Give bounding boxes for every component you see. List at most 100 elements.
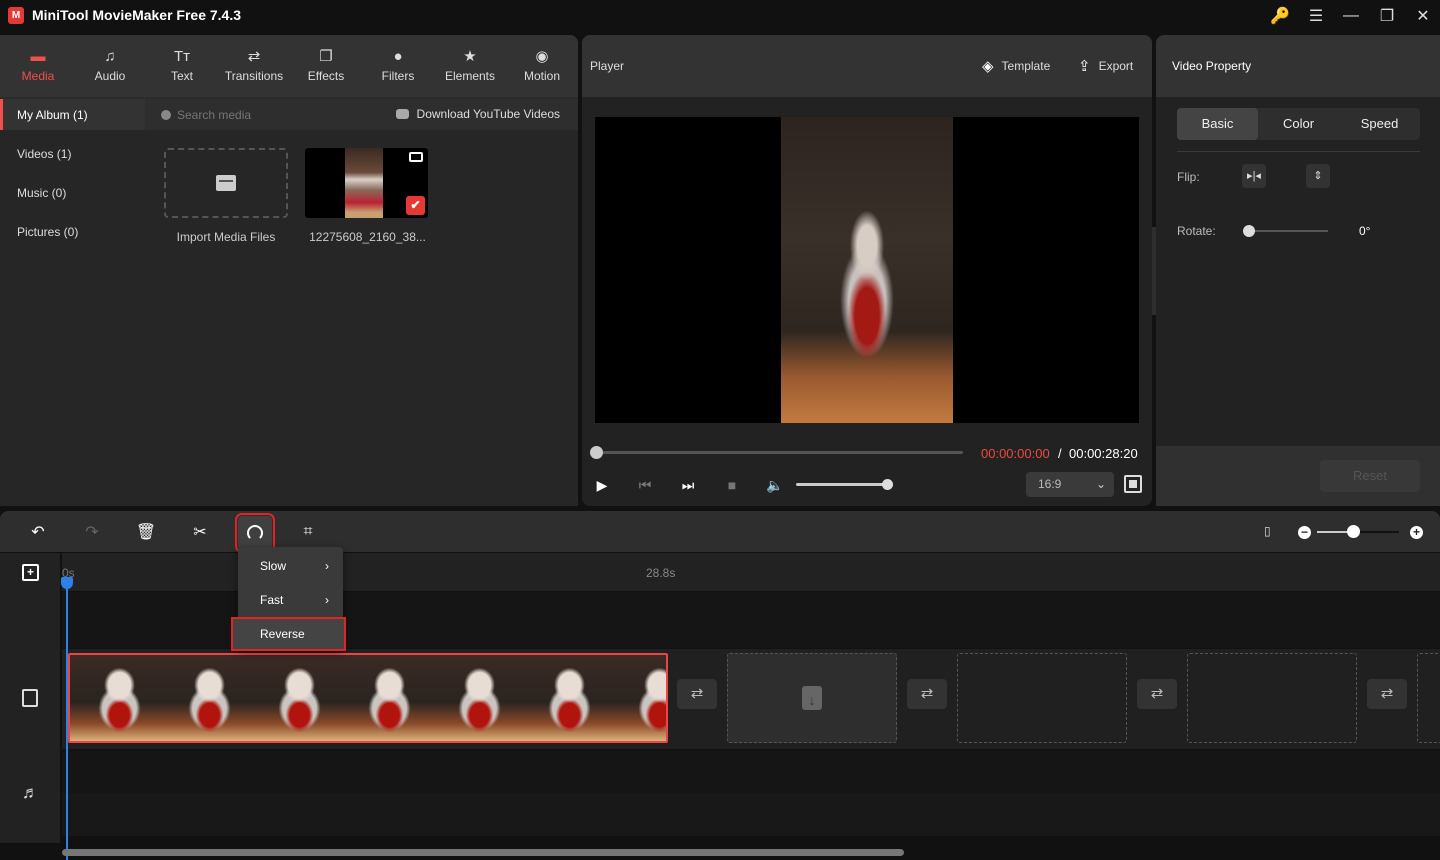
timeline-zoom-handle[interactable]	[1347, 525, 1361, 538]
volume-slider[interactable]	[796, 483, 889, 486]
speed-button[interactable]	[235, 513, 275, 553]
rotate-slider[interactable]	[1244, 230, 1328, 232]
property-footer: Reset	[1156, 446, 1440, 506]
chevron-right-icon: ›	[325, 593, 329, 607]
split-icon[interactable]: ✂	[188, 520, 212, 544]
flip-label: Flip:	[1177, 170, 1200, 184]
divider	[1177, 151, 1420, 152]
download-youtube-button[interactable]: Download YouTube Videos	[395, 107, 560, 121]
zoom-out-icon[interactable]: −	[1298, 526, 1311, 539]
import-media-button[interactable]	[164, 148, 288, 218]
play-icon[interactable]: ▶	[592, 475, 612, 495]
previous-frame-icon[interactable]: ⏮	[635, 475, 655, 495]
property-tabs: Basic Color Speed	[1177, 108, 1420, 140]
tab-color[interactable]: Color	[1258, 108, 1339, 140]
next-frame-icon[interactable]: ⏭	[678, 475, 698, 495]
menu-item-reverse[interactable]: Reverse	[231, 617, 346, 651]
folder-icon	[216, 175, 236, 191]
redo-icon[interactable]: ↷	[80, 520, 104, 544]
crop-icon[interactable]: ⌗	[296, 520, 320, 544]
music-icon: ♬	[22, 783, 39, 802]
menu-item-fast[interactable]: Fast ›	[238, 585, 343, 615]
clip-frame	[160, 655, 250, 741]
tab-elements[interactable]: ★ Elements	[434, 35, 506, 97]
tab-motion[interactable]: ◉ Motion	[506, 35, 578, 97]
tab-effects[interactable]: ❐ Effects	[290, 35, 362, 97]
volume-handle[interactable]	[882, 479, 893, 490]
reset-button[interactable]: Reset	[1320, 460, 1420, 492]
zoom-in-icon[interactable]: +	[1410, 526, 1423, 539]
video-clip[interactable]	[68, 653, 668, 743]
transition-icon[interactable]: ⇄	[1367, 679, 1407, 709]
media-panel: ▬ Media ♫ Audio Tт Text ⇄ Transitions ❐ Effec…	[0, 35, 578, 506]
aspect-ratio-select[interactable]: 16:9 ⌄	[1026, 472, 1114, 497]
seek-handle[interactable]	[590, 446, 603, 459]
check-icon[interactable]: ✔	[406, 196, 425, 215]
menu-item-label: Slow	[260, 559, 287, 573]
player-panel: Player ◈ Template ⇪ Export 00:00:00:00 / 0…	[582, 35, 1152, 506]
text-icon: Tт	[173, 48, 191, 65]
rotate-handle[interactable]	[1243, 225, 1255, 237]
video-preview	[595, 117, 1139, 423]
menu-icon[interactable]: ☰	[1302, 4, 1330, 28]
volume-icon[interactable]: 🔈	[765, 475, 785, 495]
tab-label: Media	[21, 69, 55, 83]
template-button[interactable]: ◈ Template	[982, 57, 1050, 75]
empty-clip-slot[interactable]	[957, 653, 1127, 743]
transition-icon[interactable]: ⇄	[677, 679, 717, 709]
media-area: Download YouTube Videos Import Media Fil…	[145, 99, 578, 506]
flip-horizontal-icon[interactable]: ▸|◂	[1242, 164, 1266, 188]
video-track[interactable]: ⇄ ↓ ⇄ ⇄ ⇄	[62, 649, 1440, 749]
album-item-videos[interactable]: Videos (1)	[0, 138, 145, 177]
fullscreen-icon[interactable]	[1124, 475, 1142, 493]
clip-frame	[520, 655, 610, 741]
menu-item-slow[interactable]: Slow ›	[238, 551, 343, 581]
empty-clip-slot[interactable]	[1187, 653, 1357, 743]
menu-item-label: Fast	[260, 593, 284, 607]
tab-media[interactable]: ▬ Media	[2, 35, 74, 97]
restore-icon[interactable]: ❐	[1373, 4, 1401, 28]
minimize-icon[interactable]: —	[1337, 4, 1365, 28]
delete-icon[interactable]: 🗑	[134, 520, 158, 544]
export-label: Export	[1098, 59, 1134, 73]
tab-audio[interactable]: ♫ Audio	[74, 35, 146, 97]
drop-media-icon: ↓	[802, 686, 822, 710]
horizontal-scrollbar[interactable]	[62, 849, 904, 856]
playhead[interactable]	[66, 577, 68, 860]
undo-icon[interactable]: ↶	[26, 520, 50, 544]
search-input[interactable]	[177, 107, 357, 122]
fit-to-timeline-icon[interactable]: ▯	[1264, 524, 1278, 540]
tab-text[interactable]: Tт Text	[146, 35, 218, 97]
title-bar: M MiniTool MovieMaker Free 7.4.3 🔑 ☰ — ❐…	[0, 0, 1440, 33]
seek-bar[interactable]	[595, 451, 963, 454]
transition-icon[interactable]: ⇄	[907, 679, 947, 709]
tab-label: Audio	[94, 69, 126, 83]
player-title: Player	[590, 59, 625, 73]
key-icon[interactable]: 🔑	[1266, 4, 1294, 28]
album-item-pictures[interactable]: Pictures (0)	[0, 216, 145, 255]
empty-clip-slot[interactable]	[1417, 653, 1440, 743]
playhead-handle[interactable]	[61, 577, 73, 589]
add-track-icon[interactable]: +	[22, 564, 39, 581]
media-icon: ▬	[30, 48, 46, 65]
tab-transitions[interactable]: ⇄ Transitions	[218, 35, 290, 97]
speed-menu: Slow › Fast › Reverse	[231, 547, 346, 651]
audio-track-lower[interactable]	[62, 793, 1440, 836]
export-button[interactable]: ⇪ Export	[1078, 57, 1133, 75]
tab-basic[interactable]: Basic	[1177, 108, 1258, 140]
transition-icon[interactable]: ⇄	[1137, 679, 1177, 709]
tab-label: Filters	[381, 69, 415, 83]
audio-icon: ♫	[104, 48, 116, 65]
tab-label: Text	[170, 69, 193, 83]
media-clip-thumbnail[interactable]: ✔	[305, 148, 428, 218]
album-item-my-album[interactable]: My Album (1)	[0, 99, 145, 130]
motion-icon: ◉	[535, 48, 549, 65]
ruler-end-label: 28.8s	[646, 566, 676, 580]
tab-speed[interactable]: Speed	[1339, 108, 1420, 140]
flip-vertical-icon[interactable]: ⇕	[1306, 164, 1330, 188]
stop-icon[interactable]: ■	[722, 475, 742, 495]
album-item-music[interactable]: Music (0)	[0, 177, 145, 216]
tab-filters[interactable]: ● Filters	[362, 35, 434, 97]
empty-clip-slot[interactable]: ↓	[727, 653, 897, 743]
close-icon[interactable]: ✕	[1409, 4, 1437, 28]
